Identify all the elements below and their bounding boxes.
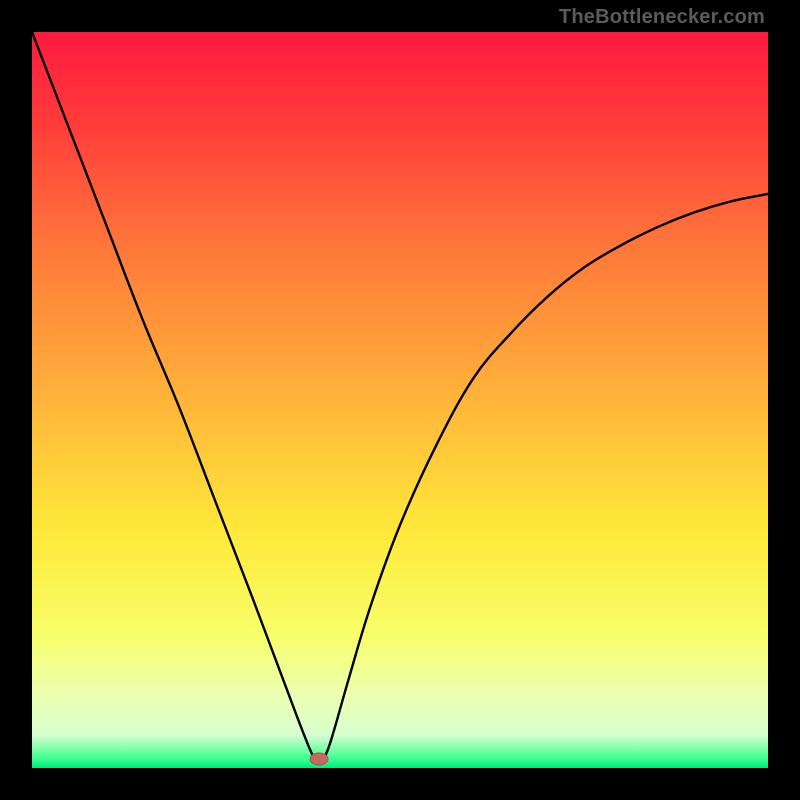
bottleneck-chart [32, 32, 768, 768]
plot-area [32, 32, 768, 768]
optimum-marker [310, 753, 328, 765]
gradient-background [32, 32, 768, 768]
chart-frame: TheBottlenecker.com [0, 0, 800, 800]
attribution-text: TheBottlenecker.com [559, 6, 765, 29]
